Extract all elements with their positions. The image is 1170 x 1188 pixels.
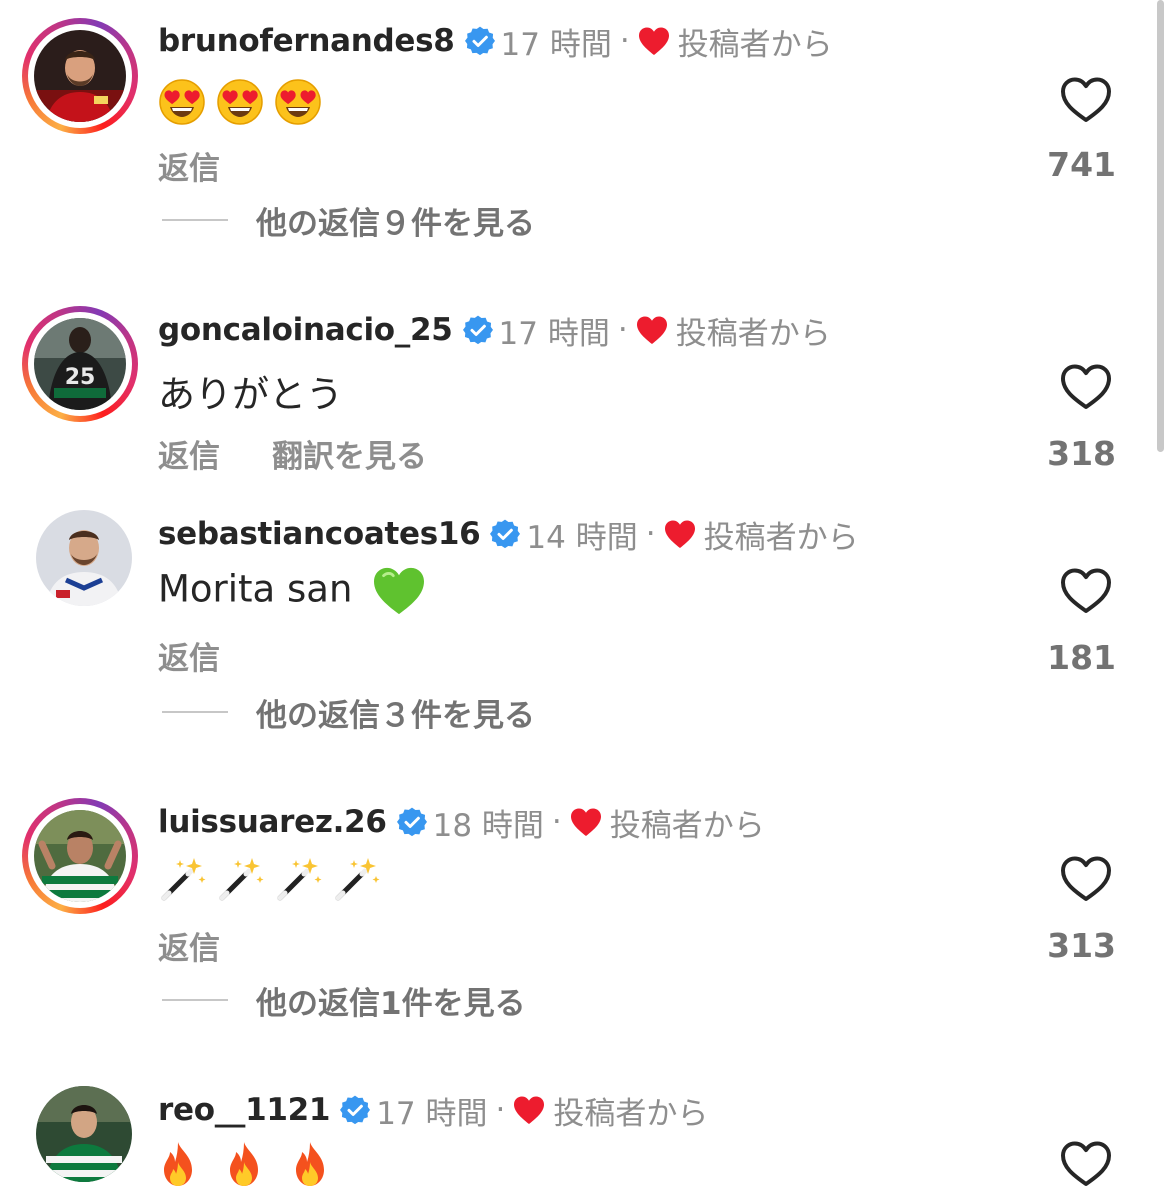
comment-actions: 返信 <box>158 923 220 968</box>
avatar[interactable] <box>22 18 138 134</box>
liked-by-author-label: 投稿者から <box>609 807 765 844</box>
avatar[interactable] <box>22 496 138 612</box>
green-heart-emoji <box>372 566 426 616</box>
verified-badge-icon <box>463 315 493 345</box>
comment-header: brunofernandes8 17 時間 · 投稿者から <box>158 19 833 63</box>
timestamp: 14 時間 <box>526 519 638 556</box>
author-heart-icon <box>513 1095 545 1125</box>
author-heart-icon <box>636 315 668 345</box>
magic-wand-emoji <box>332 856 380 904</box>
comment-text: Morita san <box>158 567 353 611</box>
liked-by-author-label: 投稿者から <box>703 519 859 556</box>
comment-actions: 返信 <box>158 143 220 188</box>
username[interactable]: brunofernandes8 <box>158 23 455 59</box>
magic-wand-emoji <box>274 856 322 904</box>
avatar-image <box>34 30 126 122</box>
reply-button[interactable]: 返信 <box>158 431 220 476</box>
svg-text:25: 25 <box>65 365 96 390</box>
separator: · <box>551 804 562 840</box>
avatar-image <box>36 510 132 606</box>
heart-eyes-emoji <box>216 78 264 126</box>
avatar[interactable]: 25 <box>22 306 138 422</box>
username[interactable]: sebastiancoates16 <box>158 516 481 552</box>
like-count: 313 <box>1047 926 1116 965</box>
avatar[interactable] <box>22 798 138 914</box>
heart-eyes-emoji <box>274 78 322 126</box>
comment-body <box>158 78 332 126</box>
username[interactable]: reo__1121 <box>158 1092 331 1128</box>
timestamp: 17 時間 <box>500 26 612 63</box>
comment-body <box>158 856 390 904</box>
magic-wand-emoji <box>216 856 264 904</box>
avatar-image <box>34 810 126 902</box>
verified-badge-icon <box>340 1095 370 1125</box>
author-heart-icon <box>664 519 696 549</box>
view-replies-button[interactable]: 他の返信３件を見る <box>162 692 535 734</box>
comment-body: ありがとう <box>158 373 343 416</box>
fire-emoji <box>158 1140 198 1188</box>
fire-emoji <box>290 1140 330 1188</box>
separator: · <box>645 516 656 552</box>
reply-button[interactable]: 返信 <box>158 143 220 188</box>
reply-button[interactable]: 返信 <box>158 923 220 968</box>
like-heart-icon[interactable] <box>1060 76 1112 124</box>
view-replies-button[interactable]: 他の返信９件を見る <box>162 200 535 242</box>
like-count: 318 <box>1047 434 1116 473</box>
like-heart-icon[interactable] <box>1060 855 1112 903</box>
comment-body <box>158 1140 340 1188</box>
liked-by-author-label: 投稿者から <box>553 1095 709 1132</box>
view-replies-button[interactable]: 他の返信1件を見る <box>162 980 526 1022</box>
like-heart-icon[interactable] <box>1060 363 1112 411</box>
timestamp: 17 時間 <box>376 1095 488 1132</box>
like-count: 741 <box>1047 145 1116 184</box>
magic-wand-emoji <box>158 856 206 904</box>
comment-header: sebastiancoates16 14 時間 · 投稿者から <box>158 512 859 556</box>
reply-button[interactable]: 返信 <box>158 633 220 678</box>
comment-header: reo__1121 17 時間 · 投稿者から <box>158 1088 708 1132</box>
view-replies-label: 他の返信９件を見る <box>256 205 535 242</box>
separator: · <box>495 1092 506 1128</box>
separator: · <box>617 312 628 348</box>
view-replies-label: 他の返信３件を見る <box>256 697 535 734</box>
comment-actions: 返信 翻訳を見る <box>158 431 427 476</box>
comment-header: luissuarez.26 18 時間 · 投稿者から <box>158 800 765 844</box>
comment-body: Morita san <box>158 566 436 616</box>
view-replies-label: 他の返信1件を見る <box>256 985 526 1022</box>
verified-badge-icon <box>490 519 520 549</box>
like-heart-icon[interactable] <box>1060 567 1112 615</box>
divider-line <box>162 711 228 713</box>
verified-badge-icon <box>465 26 495 56</box>
comment-actions: 返信 <box>158 633 220 678</box>
username[interactable]: goncaloinacio_25 <box>158 312 453 348</box>
liked-by-author-label: 投稿者から <box>677 26 833 63</box>
like-heart-icon[interactable] <box>1060 1140 1112 1188</box>
translate-button[interactable]: 翻訳を見る <box>272 431 427 476</box>
author-heart-icon <box>570 807 602 837</box>
author-heart-icon <box>638 26 670 56</box>
avatar-image <box>36 1086 132 1182</box>
username[interactable]: luissuarez.26 <box>158 804 387 840</box>
timestamp: 17 時間 <box>498 315 610 352</box>
scrollbar[interactable] <box>1157 0 1164 452</box>
avatar-image: 25 <box>34 318 126 410</box>
avatar[interactable] <box>22 1072 138 1188</box>
heart-eyes-emoji <box>158 78 206 126</box>
divider-line <box>162 219 228 221</box>
fire-emoji <box>224 1140 264 1188</box>
divider-line <box>162 999 228 1001</box>
liked-by-author-label: 投稿者から <box>675 315 831 352</box>
comment-header: goncaloinacio_25 17 時間 · 投稿者から <box>158 308 831 352</box>
verified-badge-icon <box>397 807 427 837</box>
separator: · <box>619 23 630 59</box>
like-count: 181 <box>1047 638 1116 677</box>
timestamp: 18 時間 <box>432 807 544 844</box>
